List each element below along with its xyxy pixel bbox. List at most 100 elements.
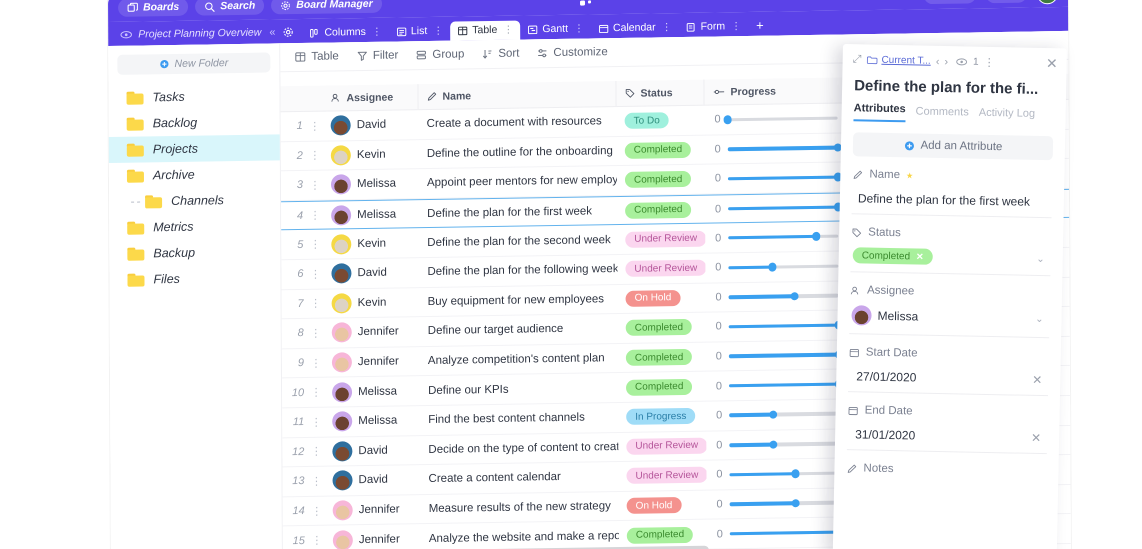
progress-slider[interactable] xyxy=(728,202,843,212)
row-menu-button[interactable]: ⋮ xyxy=(307,201,323,229)
field-start-date-input[interactable]: 27/01/2020 ✕ xyxy=(848,365,1049,397)
progress-slider[interactable] xyxy=(728,291,839,301)
row-menu-button[interactable]: ⋮ xyxy=(307,230,323,259)
toolbar-table-button[interactable]: Table xyxy=(294,50,339,63)
cell-task-name[interactable]: Define the plan for the second week xyxy=(419,225,617,257)
tab-gantt[interactable]: Gantt ⋮ xyxy=(520,19,591,39)
cell-assignee[interactable]: Kevin xyxy=(323,229,419,259)
progress-slider[interactable] xyxy=(728,320,843,330)
cell-assignee[interactable]: Melissa xyxy=(323,169,419,199)
tab-calendar-menu[interactable]: ⋮ xyxy=(662,22,672,33)
cell-task-name[interactable]: Decide on the type of content to create xyxy=(420,433,618,465)
cell-assignee[interactable]: Jennifer xyxy=(325,524,421,549)
progress-knob[interactable] xyxy=(768,262,777,272)
progress-slider[interactable] xyxy=(729,440,840,449)
cell-status[interactable]: On Hold xyxy=(618,283,706,313)
cell-task-name[interactable]: Analyze the website and make a report xyxy=(421,521,619,549)
cell-task-name[interactable]: Define the plan for the first week xyxy=(419,197,617,228)
header-status[interactable]: Status xyxy=(616,79,705,107)
progress-slider[interactable] xyxy=(727,172,843,182)
cell-status[interactable]: Under Review xyxy=(618,431,707,461)
progress-slider[interactable] xyxy=(729,469,840,478)
remove-status-icon[interactable]: ✕ xyxy=(916,251,924,262)
cell-assignee[interactable]: David xyxy=(324,436,420,466)
cell-task-name[interactable]: Define the outline for the onboarding xyxy=(419,137,617,169)
panel-tab-attributes[interactable]: Attributes xyxy=(853,102,906,123)
eye-icon[interactable] xyxy=(956,57,968,66)
cell-status[interactable]: In Progress xyxy=(618,402,706,432)
progress-knob[interactable] xyxy=(769,440,778,449)
cell-assignee[interactable]: Jennifer xyxy=(324,347,420,377)
row-menu-button[interactable]: ⋮ xyxy=(308,408,324,437)
toolbar-filter-button[interactable]: Filter xyxy=(356,49,398,62)
row-menu-button[interactable]: ⋮ xyxy=(308,348,324,377)
tab-table[interactable]: Table ⋮ xyxy=(450,20,521,41)
next-item-button[interactable]: › xyxy=(944,56,948,68)
sidebar-item-backup[interactable]: Backup xyxy=(109,238,280,267)
field-status-select[interactable]: Completed ✕ ⌄ xyxy=(850,245,1051,277)
cell-status[interactable]: Completed xyxy=(618,342,706,372)
sidebar-item-backlog[interactable]: Backlog xyxy=(109,108,280,137)
cell-assignee[interactable]: David xyxy=(323,110,419,140)
cell-task-name[interactable]: Analyze competition's content plan xyxy=(420,344,618,376)
progress-knob[interactable] xyxy=(791,469,800,478)
cell-assignee[interactable]: Melissa xyxy=(323,200,419,229)
sidebar-item-projects[interactable]: Projects xyxy=(108,134,280,164)
prev-item-button[interactable]: ‹ xyxy=(936,55,940,67)
cell-status[interactable]: Completed xyxy=(619,520,707,549)
progress-slider[interactable] xyxy=(723,115,838,124)
notifications-button[interactable]: 30 xyxy=(985,0,1028,3)
tab-list[interactable]: List ⋮ xyxy=(389,22,450,42)
tab-form-menu[interactable]: ⋮ xyxy=(731,21,741,32)
cell-task-name[interactable]: Measure results of the new strategy xyxy=(421,492,619,524)
row-menu-button[interactable]: ⋮ xyxy=(308,437,324,466)
panel-tab-activity-log[interactable]: Activity Log xyxy=(979,107,1035,125)
cell-status[interactable]: Completed xyxy=(617,165,705,195)
clear-start-date-icon[interactable]: ✕ xyxy=(1032,373,1042,387)
toolbar-customize-button[interactable]: Customize xyxy=(536,46,608,59)
field-end-date-input[interactable]: 31/01/2020 ✕ xyxy=(846,423,1048,455)
cell-task-name[interactable]: Create a document with resources xyxy=(419,107,617,139)
tab-table-menu[interactable]: ⋮ xyxy=(503,24,513,35)
cell-status[interactable]: Completed xyxy=(617,135,705,165)
nav-item-boards[interactable]: Boards xyxy=(118,0,189,17)
user-avatar[interactable] xyxy=(1036,0,1059,4)
cell-assignee[interactable]: Jennifer xyxy=(324,317,420,347)
cell-status[interactable]: Completed xyxy=(618,313,706,343)
nav-item-search[interactable]: Search xyxy=(195,0,265,16)
tab-columns[interactable]: Columns ⋮ xyxy=(302,23,389,43)
expand-icon[interactable]: ⤢ xyxy=(853,53,862,66)
row-menu-button[interactable]: ⋮ xyxy=(308,319,324,348)
tab-columns-menu[interactable]: ⋮ xyxy=(372,26,382,37)
cell-assignee[interactable]: David xyxy=(324,465,420,495)
chevron-down-icon[interactable]: ⌄ xyxy=(1035,313,1044,324)
cell-assignee[interactable]: Melissa xyxy=(324,376,420,406)
progress-knob[interactable] xyxy=(790,291,799,301)
cell-assignee[interactable]: David xyxy=(323,258,419,288)
progress-knob[interactable] xyxy=(768,410,778,420)
progress-slider[interactable] xyxy=(729,527,845,537)
row-menu-button[interactable]: ⋮ xyxy=(307,171,323,200)
progress-knob[interactable] xyxy=(791,498,800,508)
row-menu-button[interactable]: ⋮ xyxy=(307,112,323,141)
row-menu-button[interactable]: ⋮ xyxy=(308,467,324,496)
new-folder-button[interactable]: New Folder xyxy=(117,52,271,75)
cell-status[interactable]: Under Review xyxy=(617,224,706,254)
progress-slider[interactable] xyxy=(729,379,844,389)
cell-task-name[interactable]: Find the best content channels xyxy=(420,403,618,435)
clear-end-date-icon[interactable]: ✕ xyxy=(1031,431,1041,445)
progress-slider[interactable] xyxy=(728,232,839,241)
sidebar-item-archive[interactable]: Archive xyxy=(109,160,280,189)
row-menu-button[interactable]: ⋮ xyxy=(307,141,323,170)
chevron-down-icon[interactable]: ⌄ xyxy=(1036,253,1045,264)
row-menu-button[interactable]: ⋮ xyxy=(307,260,323,289)
progress-slider[interactable] xyxy=(729,498,840,508)
tab-list-menu[interactable]: ⋮ xyxy=(433,25,443,36)
row-menu-button[interactable]: ⋮ xyxy=(308,289,324,318)
progress-knob[interactable] xyxy=(723,115,732,124)
collapse-sidebar-button[interactable]: « xyxy=(269,26,282,43)
cell-assignee[interactable]: Melissa xyxy=(324,406,420,436)
cell-task-name[interactable]: Buy equipment for new employees xyxy=(420,285,618,317)
add-view-button[interactable]: + xyxy=(748,18,772,36)
progress-slider[interactable] xyxy=(729,410,840,420)
